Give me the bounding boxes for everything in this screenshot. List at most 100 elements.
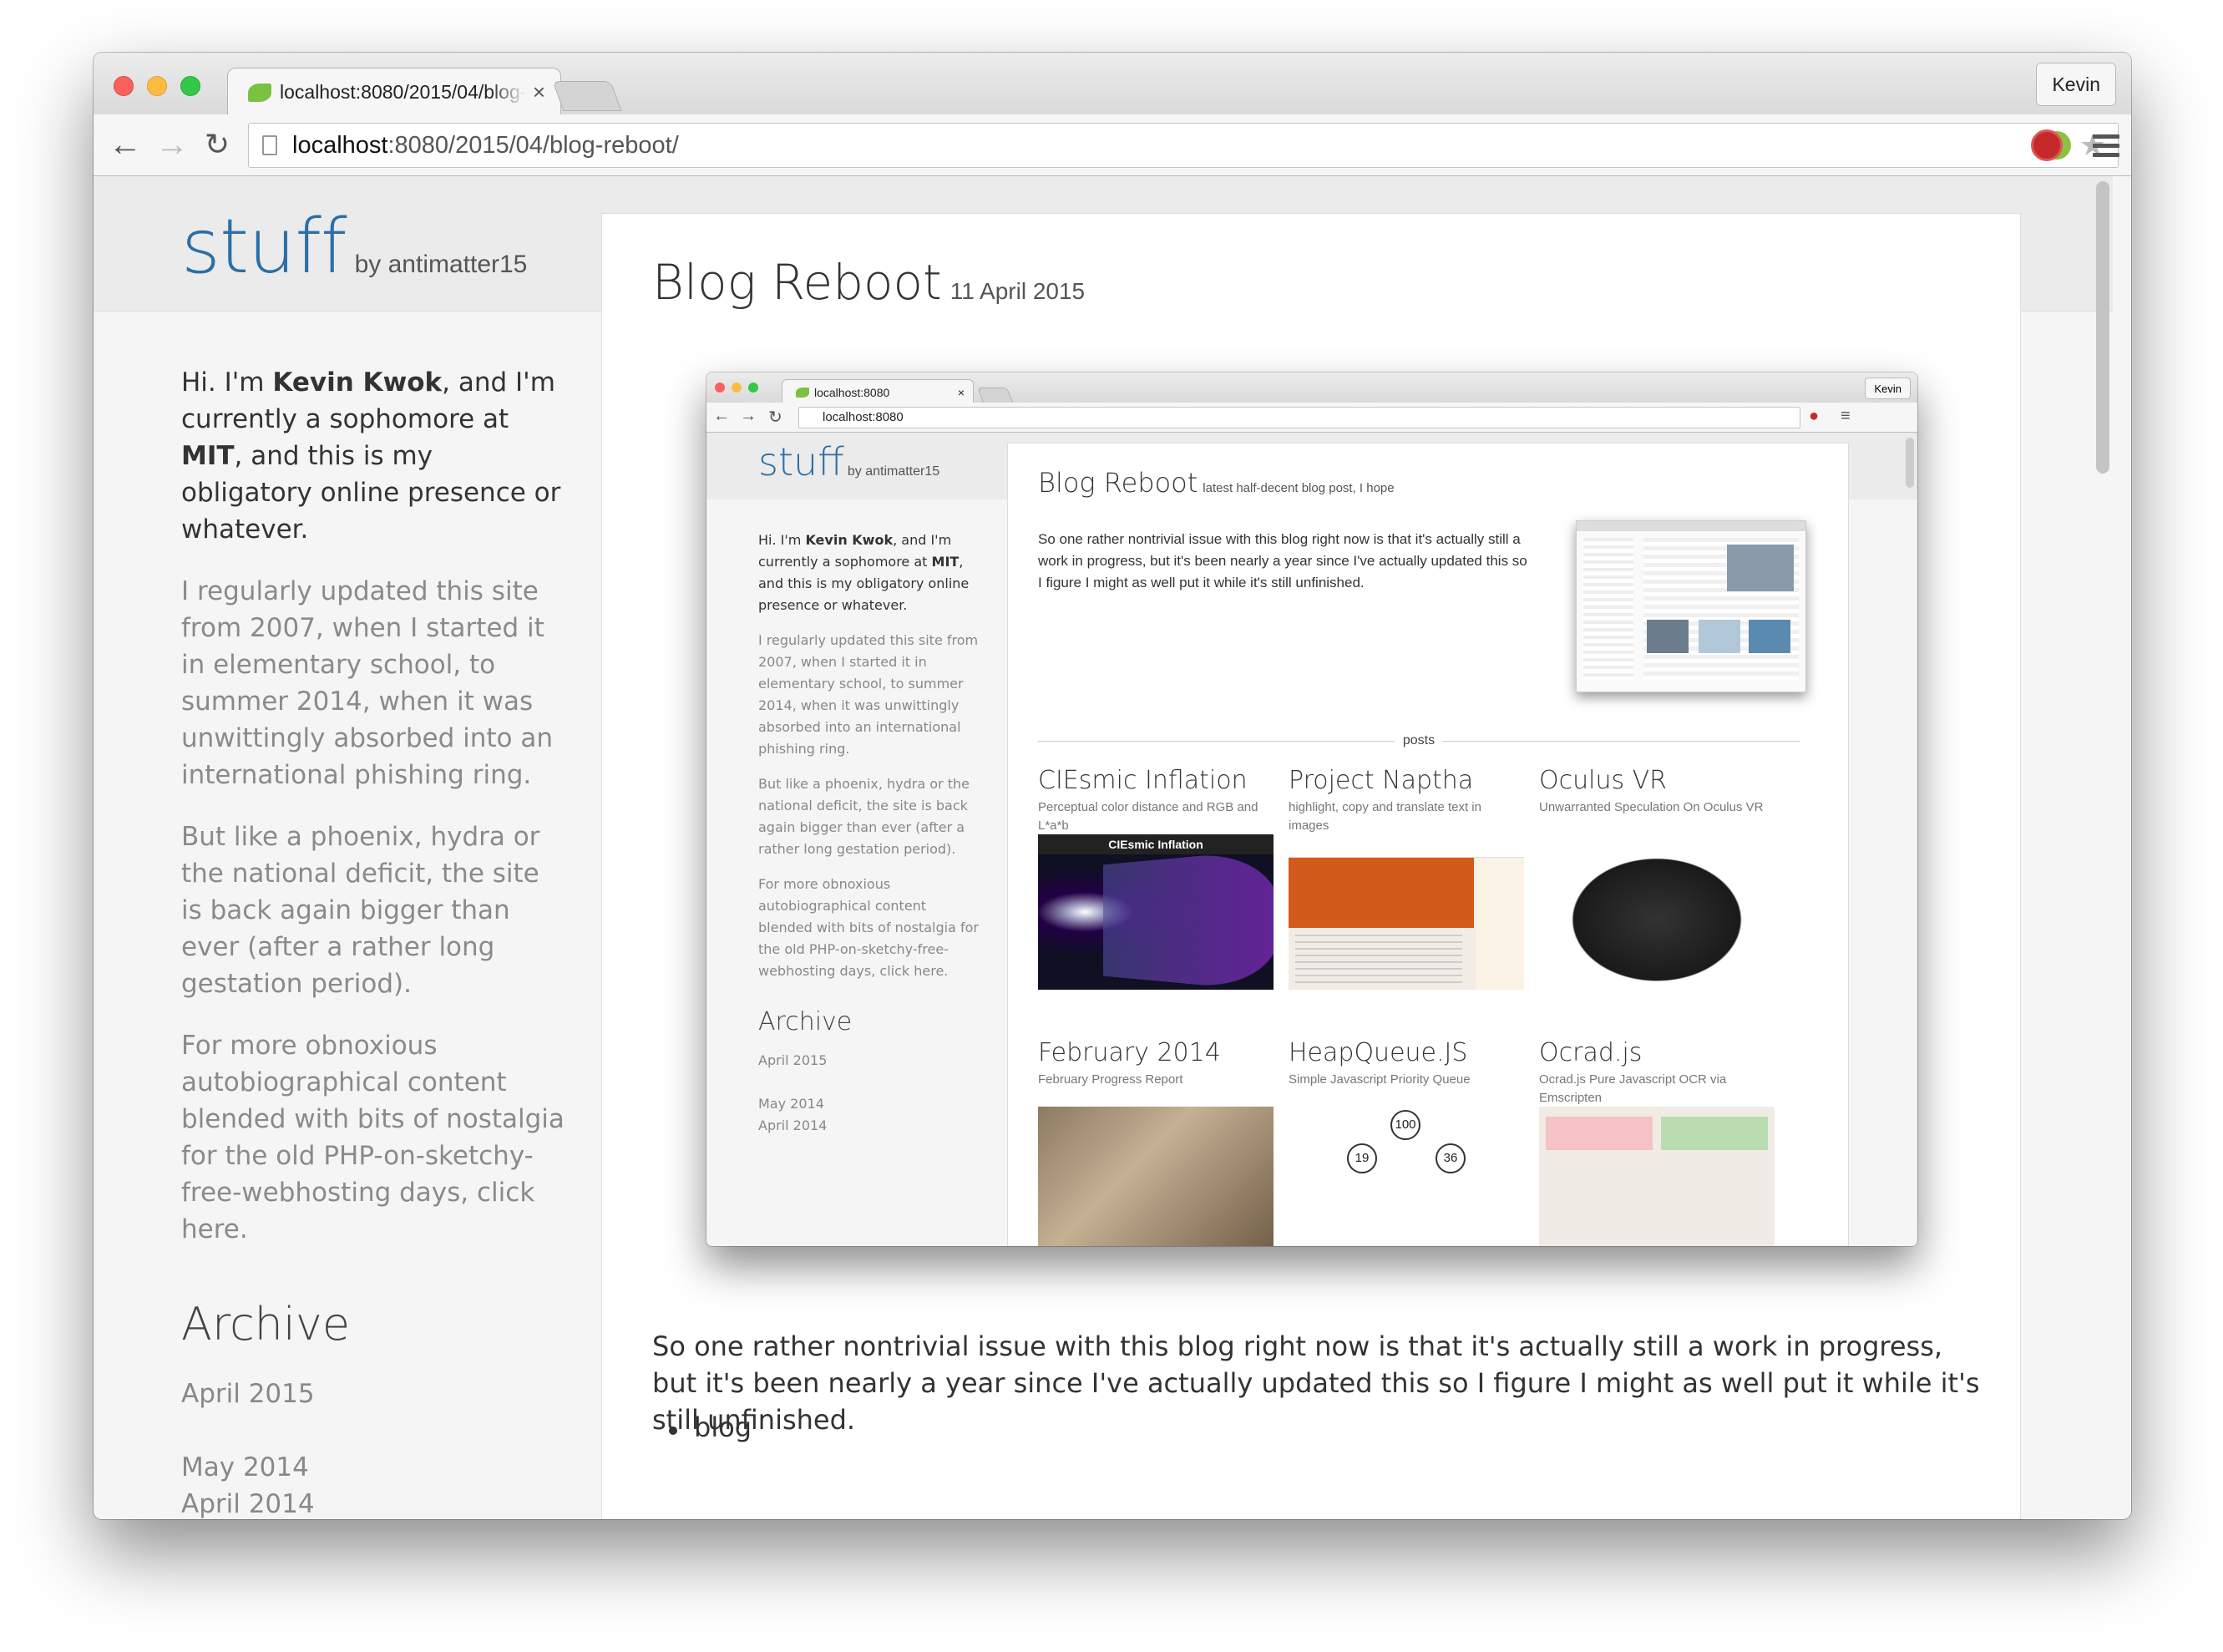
card-subtitle: Simple Javascript Priority Queue [1289, 1072, 1471, 1087]
site-byline: by antimatter15 [354, 251, 528, 278]
embedded-screenshot: localhost:8080 × Kevin ← → ↻ localhost:8… [706, 372, 1917, 1246]
post-card-naptha: Project Naptha highlight, copy and trans… [1289, 766, 1524, 990]
site-name[interactable]: stuff [181, 203, 347, 291]
page-scrollbar[interactable] [2096, 181, 2109, 474]
leaf-favicon-icon [796, 387, 809, 398]
stop-hand-icon[interactable] [2031, 129, 2063, 161]
card-subtitle: February Progress Report [1038, 1072, 1183, 1087]
post-body: So one rather nontrivial issue with this… [652, 1330, 1980, 1436]
archive-heading: Archive [181, 1298, 351, 1350]
screenshot-paragraph: I regularly updated this site from 2007,… [758, 632, 979, 757]
screenshot-minimize-light [732, 383, 742, 393]
stop-hand-icon: ● [1809, 407, 1820, 425]
screenshot-post-title: Blog Reboot [1038, 467, 1198, 499]
screenshot-post: Blog Reboot latest half-decent blog post,… [1007, 443, 1849, 1246]
heap-node: 100 [1390, 1110, 1420, 1140]
post-card-ciesmic: CIEsmic Inflation Perceptual color dista… [1038, 766, 1274, 990]
screenshot-address-bar: localhost:8080 [798, 407, 1800, 428]
post-card-heapqueue: HeapQueue.JS Simple Javascript Priority … [1289, 1038, 1524, 1246]
close-window-button[interactable] [114, 76, 134, 96]
post-card-february-2014: February 2014 February Progress Report [1038, 1038, 1274, 1246]
card-title: CIEsmic Inflation [1038, 766, 1248, 795]
screenshot-paragraph: But like a phoenix, hydra or the nationa… [758, 776, 970, 857]
profile-button[interactable]: Kevin [2036, 63, 2116, 106]
card-image: CIEsmic Inflation [1038, 834, 1274, 990]
maximize-window-button[interactable] [180, 76, 200, 96]
sidebar: Hi. I'm Kevin Kwok, and I'm currently a … [181, 364, 565, 1519]
reload-icon[interactable]: ↻ [197, 124, 237, 165]
screenshot-archive-heading: Archive [758, 1007, 853, 1036]
posts-label: posts [1394, 733, 1444, 747]
address-bar[interactable]: localhost:8080/2015/04/blog-reboot/ ★ [248, 123, 2119, 168]
forward-arrow-icon[interactable]: → [152, 124, 192, 165]
screenshot-tab-title: localhost:8080 [814, 385, 890, 399]
browser-tab[interactable]: localhost:8080/2015/04/blog-reboot/ × [227, 68, 561, 116]
browser-window: localhost:8080/2015/04/blog-reboot/ × Ke… [94, 53, 2131, 1519]
hamburger-menu-icon[interactable] [2093, 134, 2119, 162]
card-title: HeapQueue.JS [1289, 1038, 1468, 1067]
card-subtitle: Perceptual color distance and RGB and L*… [1038, 800, 1258, 833]
post-date: 11 April 2015 [949, 278, 1086, 304]
card-subtitle: Ocrad.js Pure Javascript OCR via Emscrip… [1539, 1072, 1727, 1105]
url-text: localhost:8080/2015/04/blog-reboot/ [292, 131, 679, 159]
screenshot-brand: stuff by antimatter15 [758, 439, 939, 484]
screenshot-close-light [715, 383, 725, 393]
card-image [1539, 834, 1775, 990]
archive-link-april-2015[interactable]: April 2015 [181, 1376, 565, 1412]
card-title: Oculus VR [1539, 766, 1668, 795]
card-title: February 2014 [1038, 1038, 1221, 1067]
screenshot-post-header: Blog Reboot latest half-decent blog post,… [1038, 467, 1395, 499]
minimize-window-button[interactable] [147, 76, 167, 96]
sidebar-paragraph: I regularly updated this site from 2007,… [181, 576, 554, 790]
screenshot-toolbar: ← → ↻ localhost:8080 ● ≡ [706, 403, 1917, 433]
archive-link-may-2014[interactable]: May 2014 [181, 1449, 565, 1486]
heap-node: 19 [1347, 1143, 1377, 1173]
screenshot-byline: by antimatter15 [847, 464, 940, 479]
post-container: Blog Reboot 11 April 2015 localhost:8080 … [601, 213, 2021, 1519]
page-icon [262, 135, 277, 155]
back-arrow-icon[interactable]: ← [105, 124, 145, 165]
card-subtitle: Unwarranted Speculation On Oculus VR [1539, 800, 1764, 814]
post-title: Blog Reboot [652, 254, 942, 311]
reload-icon: ↻ [768, 408, 782, 427]
leaf-favicon-icon [248, 83, 271, 102]
archive-link-april-2014[interactable]: April 2014 [181, 1486, 565, 1519]
screenshot-post-body: So one rather nontrivial issue with this… [1038, 531, 1527, 590]
card-image: 100 19 36 [1289, 1107, 1524, 1246]
browser-toolbar: ← → ↻ localhost:8080/2015/04/blog-reboot… [94, 114, 2131, 176]
page-viewport: stuff by antimatter15 Hi. I'm Kevin Kwok,… [94, 176, 2113, 1519]
tag-item[interactable]: blog [669, 1411, 752, 1443]
tab-close-icon[interactable]: × [533, 79, 545, 105]
tag-list: blog [669, 1411, 752, 1443]
card-image [1038, 1107, 1274, 1246]
screenshot-title-bar: localhost:8080 × Kevin [706, 372, 1917, 404]
card-image-caption: CIEsmic Inflation [1038, 834, 1274, 854]
site-brand[interactable]: stuff by antimatter15 [181, 203, 527, 291]
screenshot-intro: Hi. I'm Kevin Kwok, and I'm currently a … [758, 532, 970, 613]
post-header: Blog Reboot 11 April 2015 [652, 254, 1085, 311]
screenshot-archive-link: April 2014 [758, 1117, 828, 1133]
screenshot-profile: Kevin [1865, 378, 1911, 399]
screenshot-tab-close-icon: × [957, 385, 965, 399]
card-title: Project Naptha [1289, 766, 1474, 795]
tab-title: localhost:8080/2015/04/blog-reboot/ [280, 81, 526, 103]
title-bar: localhost:8080/2015/04/blog-reboot/ × Ke… [94, 53, 2131, 116]
screenshot-scrollbar [1906, 438, 1914, 488]
screenshot-viewport: stuff by antimatter15 Hi. I'm Kevin Kwok,… [706, 433, 1917, 1246]
nested-screenshot-thumbnail [1576, 520, 1806, 692]
screenshot-archive-link: May 2014 [758, 1096, 824, 1112]
new-tab-button[interactable] [552, 81, 622, 111]
screenshot-tab: localhost:8080 × [782, 379, 974, 404]
sidebar-paragraph[interactable]: For more obnoxious autobiographical cont… [181, 1027, 565, 1248]
card-subtitle: highlight, copy and translate text in im… [1289, 800, 1481, 833]
intro-text: Hi. I'm Kevin Kwok, and I'm currently a … [181, 367, 561, 545]
screenshot-new-tab [977, 388, 1014, 404]
screenshot-post-subtitle: latest half-decent blog post, I hope [1203, 481, 1395, 495]
post-card-oculus: Oculus VR Unwarranted Speculation On Ocu… [1539, 766, 1775, 990]
screenshot-paragraph: For more obnoxious autobiographical cont… [758, 876, 979, 979]
hamburger-menu-icon: ≡ [1841, 407, 1851, 425]
card-image [1539, 1107, 1775, 1246]
screenshot-maximize-light [748, 383, 758, 393]
screenshot-site-name: stuff [758, 439, 844, 484]
card-title: Ocrad.js [1539, 1038, 1643, 1067]
